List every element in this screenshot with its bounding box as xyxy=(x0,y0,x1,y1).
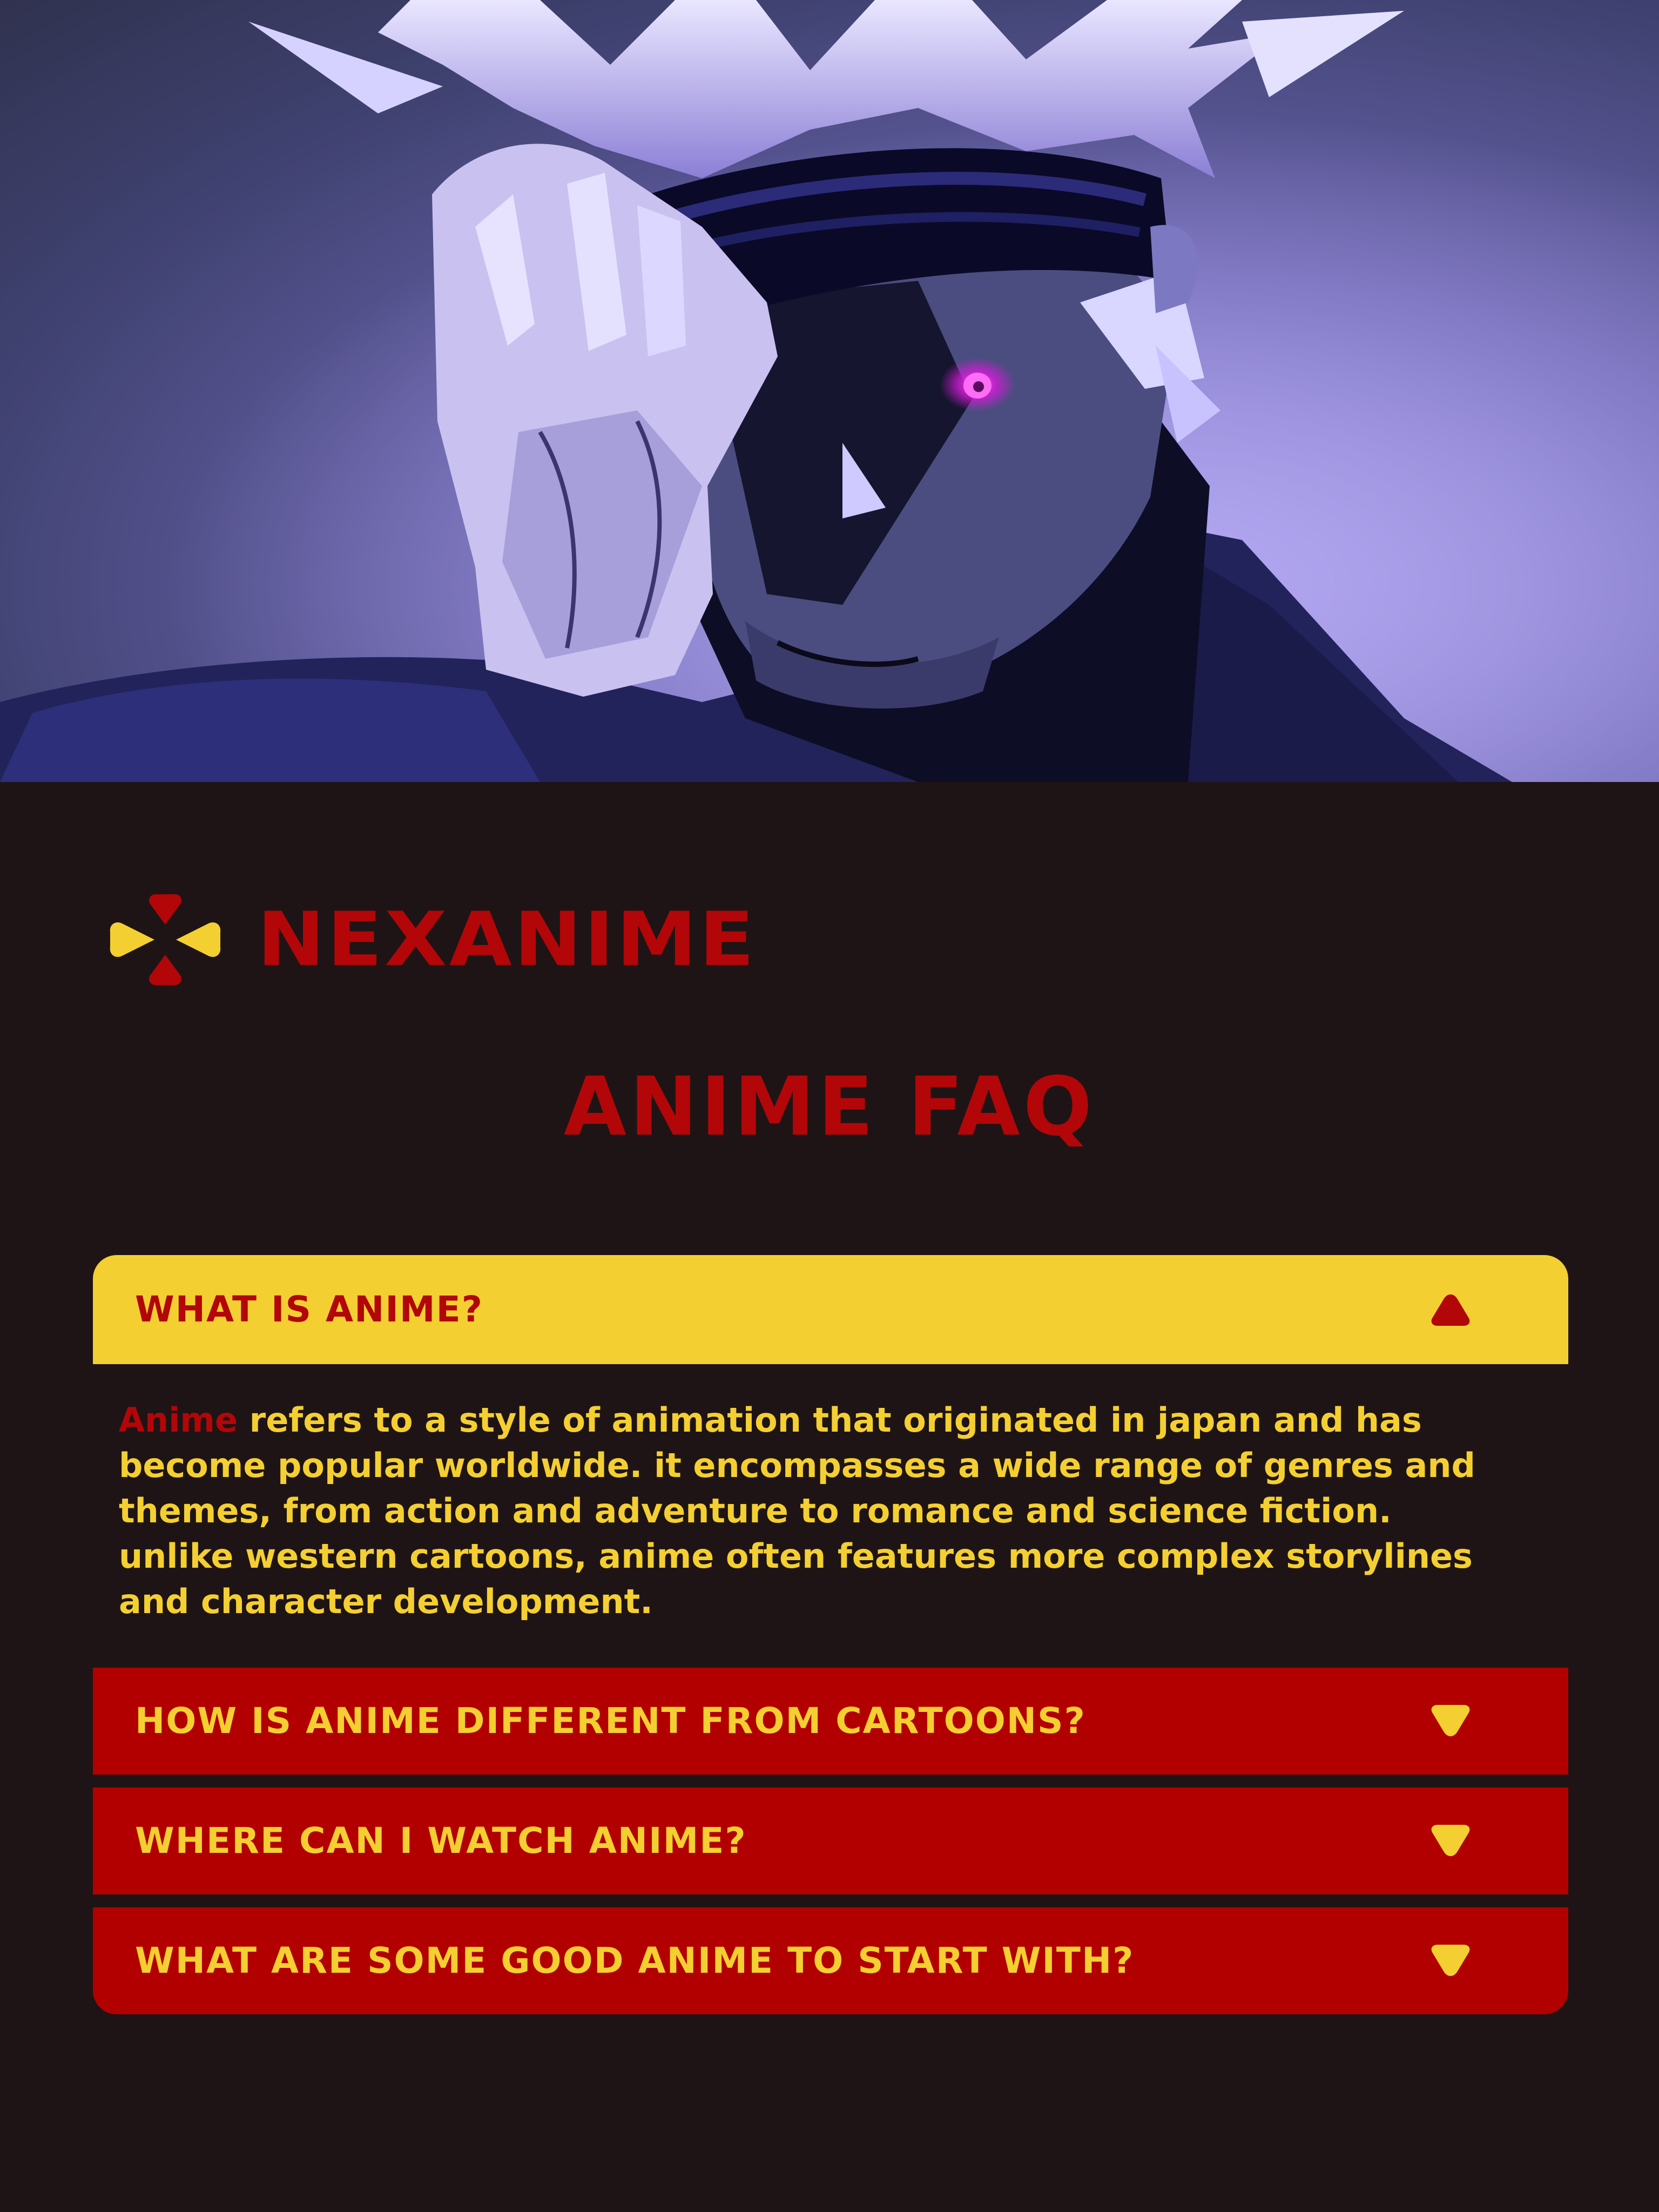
page-title: ANIME FAQ xyxy=(563,1060,1096,1154)
faq-item: WHAT ARE SOME GOOD ANIME TO START WITH? xyxy=(93,1907,1568,2014)
hero-image xyxy=(0,0,1659,782)
chevron-up-icon xyxy=(1431,1294,1470,1326)
faq-question: WHAT IS ANIME? xyxy=(135,1289,483,1330)
chevron-down-icon xyxy=(1431,1945,1470,1976)
brand-name: NEXANIME xyxy=(257,896,757,983)
faq-question-toggle[interactable]: WHAT ARE SOME GOOD ANIME TO START WITH? xyxy=(93,1907,1568,2014)
faq-question-toggle[interactable]: WHAT IS ANIME? xyxy=(93,1255,1568,1364)
faq-question-toggle[interactable]: HOW IS ANIME DIFFERENT FROM CARTOONS? xyxy=(93,1668,1568,1775)
faq-item: WHAT IS ANIME? Anime refers to a style o… xyxy=(93,1255,1568,1655)
faq-accordion: WHAT IS ANIME? Anime refers to a style o… xyxy=(93,1255,1568,2014)
hero-illustration xyxy=(0,0,1659,782)
faq-question: WHAT ARE SOME GOOD ANIME TO START WITH? xyxy=(135,1940,1135,1981)
brand-logo[interactable]: NEXANIME xyxy=(106,886,757,994)
faq-answer-text: refers to a style of animation that orig… xyxy=(119,1400,1475,1621)
faq-question: WHERE CAN I WATCH ANIME? xyxy=(135,1820,747,1862)
chevron-down-icon xyxy=(1431,1705,1470,1736)
faq-item: HOW IS ANIME DIFFERENT FROM CARTOONS? xyxy=(93,1668,1568,1775)
faq-item: WHERE CAN I WATCH ANIME? xyxy=(93,1788,1568,1894)
faq-answer: Anime refers to a style of animation tha… xyxy=(93,1364,1568,1655)
chevron-down-icon xyxy=(1431,1825,1470,1856)
faq-answer-highlight: Anime xyxy=(119,1400,238,1440)
faq-question: HOW IS ANIME DIFFERENT FROM CARTOONS? xyxy=(135,1700,1086,1742)
nexanime-logo-icon xyxy=(110,894,221,986)
faq-question-toggle[interactable]: WHERE CAN I WATCH ANIME? xyxy=(93,1788,1568,1894)
